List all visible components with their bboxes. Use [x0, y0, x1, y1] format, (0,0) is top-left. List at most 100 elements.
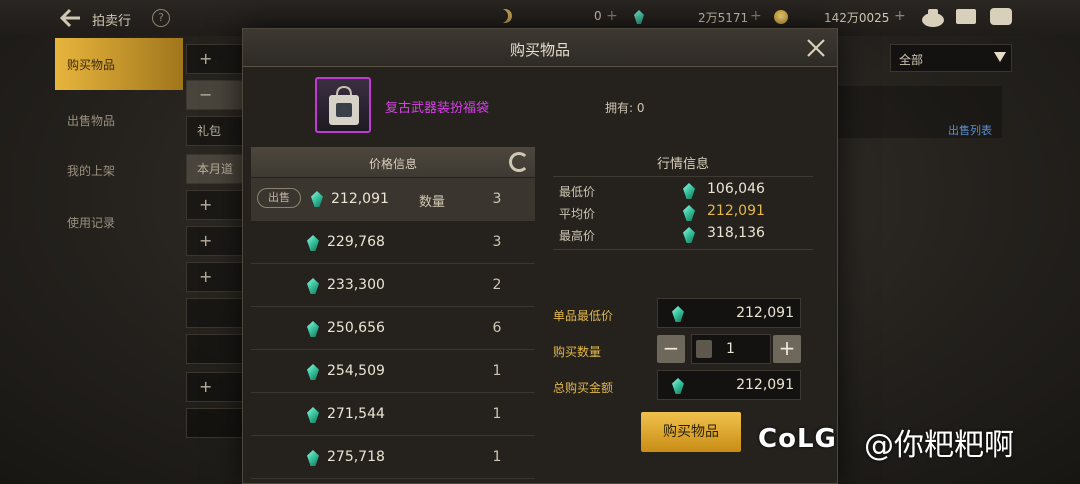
lowest-price-label: 最低价 [559, 185, 596, 199]
listing-price: 250,656 [327, 320, 385, 336]
category-expand-button[interactable]: + [186, 44, 246, 74]
category-row[interactable] [186, 408, 246, 438]
add-currency3-button[interactable]: + [894, 8, 906, 24]
category-collapse-button[interactable]: − [186, 80, 246, 110]
left-nav: 购买物品 出售物品 我的上架 使用记录 [55, 36, 183, 484]
highest-price-label: 最高价 [559, 229, 596, 243]
quantity-input[interactable]: 1 [691, 334, 771, 364]
gem-icon [307, 450, 319, 466]
buy-button[interactable]: 购买物品 [641, 412, 741, 452]
nav-item-buy[interactable]: 购买物品 [55, 38, 183, 90]
listing-row[interactable]: 275,718 1 [251, 436, 535, 479]
listing-price: 275,718 [327, 449, 385, 465]
average-price-label: 平均价 [559, 207, 596, 221]
listing-price: 233,300 [327, 277, 385, 293]
unit-price-label: 单品最低价 [553, 309, 614, 323]
unit-price-value: 212,091 [736, 305, 794, 321]
refresh-icon[interactable] [509, 152, 529, 172]
dialog-header: 购买物品 [243, 29, 837, 67]
listing-quantity: 2 [492, 277, 502, 293]
buy-item-dialog: 购买物品 复古武器装扮福袋 拥有: 0 价格信息 出售 212,091 数量 3… [242, 28, 838, 484]
quantity-value: 1 [726, 341, 735, 357]
listing-quantity: 6 [492, 320, 502, 336]
sell-list-link[interactable]: 出售列表 [948, 122, 992, 138]
quantity-decrease-button[interactable]: − [657, 335, 685, 363]
item-icon-frame[interactable] [315, 77, 371, 133]
gem-currency-icon [634, 10, 644, 24]
listing-quantity: 1 [492, 449, 502, 465]
add-currency2-button[interactable]: + [750, 8, 762, 24]
listing-row[interactable]: 250,656 6 [251, 307, 535, 350]
treasure-pot-icon[interactable] [920, 6, 946, 28]
item-name: 复古武器装扮福袋 [385, 101, 490, 116]
help-icon[interactable]: ? [152, 9, 170, 27]
listing-quantity: 3 [492, 191, 502, 207]
watermark-logo: CoLG [758, 424, 837, 454]
listing-price: 212,091 [331, 191, 389, 207]
gift-bag-icon [329, 85, 359, 125]
gem-icon [672, 306, 684, 322]
divider [553, 249, 813, 250]
listing-row[interactable]: 229,768 3 [251, 221, 535, 264]
gem-icon [683, 183, 695, 199]
price-info-title: 价格信息 [368, 157, 417, 171]
average-price-value: 212,091 [707, 203, 765, 219]
dialog-title: 购买物品 [509, 41, 570, 59]
watermark-user: @你粑粑啊 [864, 428, 1014, 463]
category-gift[interactable]: 礼包 [186, 116, 246, 146]
gem-icon [311, 191, 323, 207]
highest-price-value: 318,136 [707, 225, 765, 241]
moon-currency-icon [494, 9, 508, 23]
category-month[interactable]: 本月道 [186, 154, 246, 184]
owned-count: 拥有: 0 [605, 101, 645, 115]
listing-price: 229,768 [327, 234, 385, 250]
total-price-value: 212,091 [736, 377, 794, 393]
listing-price: 254,509 [327, 363, 385, 379]
gem-icon [307, 321, 319, 337]
add-currency1-button[interactable]: + [606, 8, 618, 24]
listing-quantity: 3 [492, 234, 502, 250]
nav-item-my-listings[interactable]: 我的上架 [55, 144, 183, 196]
listing-row[interactable]: 出售 212,091 数量 3 [251, 178, 535, 221]
category-expand-button[interactable]: + [186, 226, 246, 256]
quantity-increase-button[interactable]: + [773, 335, 801, 363]
currency1-value: 0 [594, 9, 602, 23]
gem-icon [307, 278, 319, 294]
gold-coin-icon [774, 10, 788, 24]
category-expand-button[interactable]: + [186, 372, 246, 402]
currency3-value: 142万0025 [824, 11, 890, 25]
price-info-header: 价格信息 [251, 147, 535, 177]
currency2-value: 2万5171 [698, 11, 749, 25]
close-icon[interactable] [805, 37, 827, 59]
sell-tag: 出售 [257, 188, 301, 208]
mail-icon[interactable] [956, 9, 976, 24]
chat-icon[interactable] [990, 8, 1012, 25]
listing-row[interactable]: 233,300 2 [251, 264, 535, 307]
chevron-down-icon[interactable] [994, 52, 1006, 62]
gem-icon [307, 235, 319, 251]
listing-price: 271,544 [327, 406, 385, 422]
unit-price-field: 212,091 [657, 298, 801, 328]
gem-icon [683, 205, 695, 221]
gem-icon [307, 407, 319, 423]
market-info-header: 行情信息 [553, 151, 813, 177]
listing-quantity: 1 [492, 406, 502, 422]
category-expand-button[interactable]: + [186, 262, 246, 292]
category-expand-button[interactable]: + [186, 190, 246, 220]
lowest-price-value: 106,046 [707, 181, 765, 197]
gem-icon [307, 364, 319, 380]
back-arrow-icon[interactable] [60, 8, 82, 28]
page-title: 拍卖行 [92, 14, 132, 29]
category-row[interactable] [186, 298, 246, 328]
listing-row[interactable]: 254,509 1 [251, 350, 535, 393]
gem-icon [683, 227, 695, 243]
nav-item-history[interactable]: 使用记录 [55, 196, 183, 248]
nav-item-sell[interactable]: 出售物品 [55, 94, 183, 146]
buy-quantity-label: 购买数量 [553, 345, 602, 359]
total-price-label: 总购买金额 [553, 381, 614, 395]
listing-row[interactable]: 271,544 1 [251, 393, 535, 436]
total-price-field: 212,091 [657, 370, 801, 400]
gem-icon [672, 378, 684, 394]
calculator-icon[interactable] [696, 340, 712, 358]
category-row[interactable] [186, 334, 246, 364]
